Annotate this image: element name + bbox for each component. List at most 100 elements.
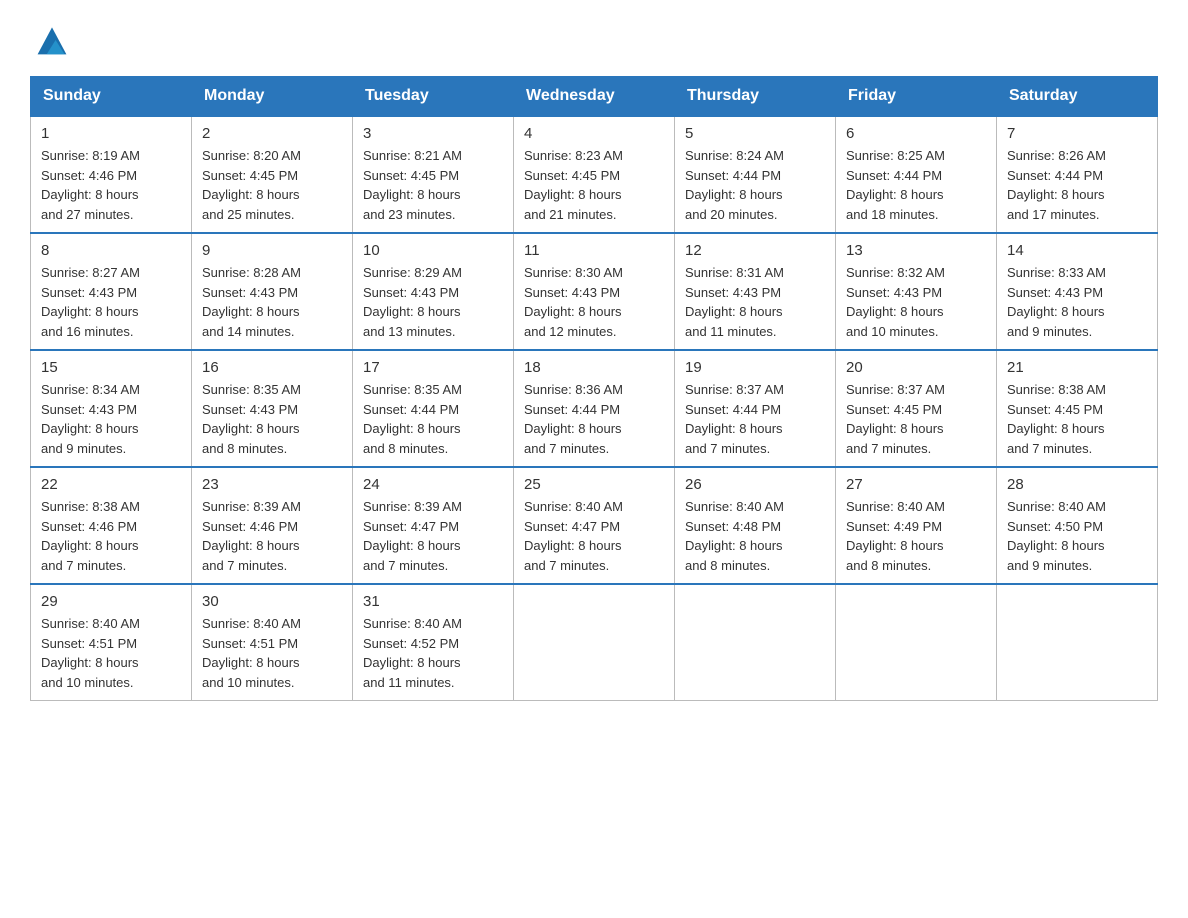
day-info: Sunrise: 8:34 AMSunset: 4:43 PMDaylight:…: [41, 380, 181, 458]
calendar-week-row: 29 Sunrise: 8:40 AMSunset: 4:51 PMDaylig…: [31, 584, 1158, 701]
calendar-cell: 29 Sunrise: 8:40 AMSunset: 4:51 PMDaylig…: [31, 584, 192, 701]
day-info: Sunrise: 8:38 AMSunset: 4:46 PMDaylight:…: [41, 497, 181, 575]
day-info: Sunrise: 8:29 AMSunset: 4:43 PMDaylight:…: [363, 263, 503, 341]
day-info: Sunrise: 8:39 AMSunset: 4:47 PMDaylight:…: [363, 497, 503, 575]
day-number: 24: [363, 476, 503, 493]
day-number: 7: [1007, 125, 1147, 142]
day-info: Sunrise: 8:40 AMSunset: 4:47 PMDaylight:…: [524, 497, 664, 575]
calendar-cell: 31 Sunrise: 8:40 AMSunset: 4:52 PMDaylig…: [353, 584, 514, 701]
day-number: 21: [1007, 359, 1147, 376]
day-number: 30: [202, 593, 342, 610]
calendar-cell: 10 Sunrise: 8:29 AMSunset: 4:43 PMDaylig…: [353, 233, 514, 350]
calendar-cell: 20 Sunrise: 8:37 AMSunset: 4:45 PMDaylig…: [836, 350, 997, 467]
calendar-week-row: 1 Sunrise: 8:19 AMSunset: 4:46 PMDayligh…: [31, 116, 1158, 233]
day-info: Sunrise: 8:30 AMSunset: 4:43 PMDaylight:…: [524, 263, 664, 341]
day-number: 12: [685, 242, 825, 259]
day-info: Sunrise: 8:35 AMSunset: 4:44 PMDaylight:…: [363, 380, 503, 458]
day-number: 8: [41, 242, 181, 259]
calendar-cell: 27 Sunrise: 8:40 AMSunset: 4:49 PMDaylig…: [836, 467, 997, 584]
calendar-day-header-thursday: Thursday: [675, 77, 836, 117]
calendar-cell: 26 Sunrise: 8:40 AMSunset: 4:48 PMDaylig…: [675, 467, 836, 584]
calendar-cell: 21 Sunrise: 8:38 AMSunset: 4:45 PMDaylig…: [997, 350, 1158, 467]
calendar-cell: 4 Sunrise: 8:23 AMSunset: 4:45 PMDayligh…: [514, 116, 675, 233]
day-number: 27: [846, 476, 986, 493]
day-number: 31: [363, 593, 503, 610]
day-number: 13: [846, 242, 986, 259]
day-info: Sunrise: 8:37 AMSunset: 4:45 PMDaylight:…: [846, 380, 986, 458]
day-number: 15: [41, 359, 181, 376]
calendar-cell: 5 Sunrise: 8:24 AMSunset: 4:44 PMDayligh…: [675, 116, 836, 233]
day-info: Sunrise: 8:37 AMSunset: 4:44 PMDaylight:…: [685, 380, 825, 458]
day-info: Sunrise: 8:35 AMSunset: 4:43 PMDaylight:…: [202, 380, 342, 458]
day-info: Sunrise: 8:33 AMSunset: 4:43 PMDaylight:…: [1007, 263, 1147, 341]
day-info: Sunrise: 8:40 AMSunset: 4:52 PMDaylight:…: [363, 614, 503, 692]
day-info: Sunrise: 8:40 AMSunset: 4:50 PMDaylight:…: [1007, 497, 1147, 575]
calendar-cell: [836, 584, 997, 701]
day-number: 14: [1007, 242, 1147, 259]
calendar-cell: 1 Sunrise: 8:19 AMSunset: 4:46 PMDayligh…: [31, 116, 192, 233]
calendar-week-row: 8 Sunrise: 8:27 AMSunset: 4:43 PMDayligh…: [31, 233, 1158, 350]
day-info: Sunrise: 8:39 AMSunset: 4:46 PMDaylight:…: [202, 497, 342, 575]
calendar-day-header-sunday: Sunday: [31, 77, 192, 117]
calendar-week-row: 15 Sunrise: 8:34 AMSunset: 4:43 PMDaylig…: [31, 350, 1158, 467]
day-info: Sunrise: 8:19 AMSunset: 4:46 PMDaylight:…: [41, 146, 181, 224]
calendar-cell: [675, 584, 836, 701]
day-number: 26: [685, 476, 825, 493]
calendar-day-header-tuesday: Tuesday: [353, 77, 514, 117]
day-info: Sunrise: 8:28 AMSunset: 4:43 PMDaylight:…: [202, 263, 342, 341]
day-info: Sunrise: 8:40 AMSunset: 4:51 PMDaylight:…: [41, 614, 181, 692]
day-number: 9: [202, 242, 342, 259]
day-number: 1: [41, 125, 181, 142]
logo: [30, 20, 70, 58]
day-number: 16: [202, 359, 342, 376]
calendar-cell: [997, 584, 1158, 701]
day-info: Sunrise: 8:24 AMSunset: 4:44 PMDaylight:…: [685, 146, 825, 224]
day-info: Sunrise: 8:23 AMSunset: 4:45 PMDaylight:…: [524, 146, 664, 224]
calendar-cell: 7 Sunrise: 8:26 AMSunset: 4:44 PMDayligh…: [997, 116, 1158, 233]
day-number: 11: [524, 242, 664, 259]
calendar-cell: 12 Sunrise: 8:31 AMSunset: 4:43 PMDaylig…: [675, 233, 836, 350]
calendar-cell: 30 Sunrise: 8:40 AMSunset: 4:51 PMDaylig…: [192, 584, 353, 701]
calendar-day-header-wednesday: Wednesday: [514, 77, 675, 117]
day-info: Sunrise: 8:36 AMSunset: 4:44 PMDaylight:…: [524, 380, 664, 458]
day-number: 29: [41, 593, 181, 610]
calendar-cell: 6 Sunrise: 8:25 AMSunset: 4:44 PMDayligh…: [836, 116, 997, 233]
day-number: 17: [363, 359, 503, 376]
day-number: 10: [363, 242, 503, 259]
calendar-week-row: 22 Sunrise: 8:38 AMSunset: 4:46 PMDaylig…: [31, 467, 1158, 584]
day-info: Sunrise: 8:40 AMSunset: 4:49 PMDaylight:…: [846, 497, 986, 575]
calendar-cell: 22 Sunrise: 8:38 AMSunset: 4:46 PMDaylig…: [31, 467, 192, 584]
calendar-cell: 19 Sunrise: 8:37 AMSunset: 4:44 PMDaylig…: [675, 350, 836, 467]
day-info: Sunrise: 8:26 AMSunset: 4:44 PMDaylight:…: [1007, 146, 1147, 224]
calendar-cell: 2 Sunrise: 8:20 AMSunset: 4:45 PMDayligh…: [192, 116, 353, 233]
calendar-cell: 24 Sunrise: 8:39 AMSunset: 4:47 PMDaylig…: [353, 467, 514, 584]
calendar-table: SundayMondayTuesdayWednesdayThursdayFrid…: [30, 76, 1158, 701]
calendar-cell: 13 Sunrise: 8:32 AMSunset: 4:43 PMDaylig…: [836, 233, 997, 350]
page-header: [30, 20, 1158, 58]
day-info: Sunrise: 8:21 AMSunset: 4:45 PMDaylight:…: [363, 146, 503, 224]
calendar-day-header-monday: Monday: [192, 77, 353, 117]
day-info: Sunrise: 8:40 AMSunset: 4:51 PMDaylight:…: [202, 614, 342, 692]
day-info: Sunrise: 8:25 AMSunset: 4:44 PMDaylight:…: [846, 146, 986, 224]
day-number: 19: [685, 359, 825, 376]
calendar-day-header-saturday: Saturday: [997, 77, 1158, 117]
day-number: 20: [846, 359, 986, 376]
day-info: Sunrise: 8:31 AMSunset: 4:43 PMDaylight:…: [685, 263, 825, 341]
calendar-cell: 11 Sunrise: 8:30 AMSunset: 4:43 PMDaylig…: [514, 233, 675, 350]
day-number: 23: [202, 476, 342, 493]
calendar-cell: 16 Sunrise: 8:35 AMSunset: 4:43 PMDaylig…: [192, 350, 353, 467]
day-number: 3: [363, 125, 503, 142]
calendar-cell: 18 Sunrise: 8:36 AMSunset: 4:44 PMDaylig…: [514, 350, 675, 467]
calendar-cell: 23 Sunrise: 8:39 AMSunset: 4:46 PMDaylig…: [192, 467, 353, 584]
calendar-cell: 25 Sunrise: 8:40 AMSunset: 4:47 PMDaylig…: [514, 467, 675, 584]
day-info: Sunrise: 8:32 AMSunset: 4:43 PMDaylight:…: [846, 263, 986, 341]
day-number: 22: [41, 476, 181, 493]
day-number: 18: [524, 359, 664, 376]
calendar-day-header-friday: Friday: [836, 77, 997, 117]
calendar-header-row: SundayMondayTuesdayWednesdayThursdayFrid…: [31, 77, 1158, 117]
day-info: Sunrise: 8:40 AMSunset: 4:48 PMDaylight:…: [685, 497, 825, 575]
day-number: 2: [202, 125, 342, 142]
calendar-cell: 3 Sunrise: 8:21 AMSunset: 4:45 PMDayligh…: [353, 116, 514, 233]
day-number: 6: [846, 125, 986, 142]
calendar-cell: 15 Sunrise: 8:34 AMSunset: 4:43 PMDaylig…: [31, 350, 192, 467]
